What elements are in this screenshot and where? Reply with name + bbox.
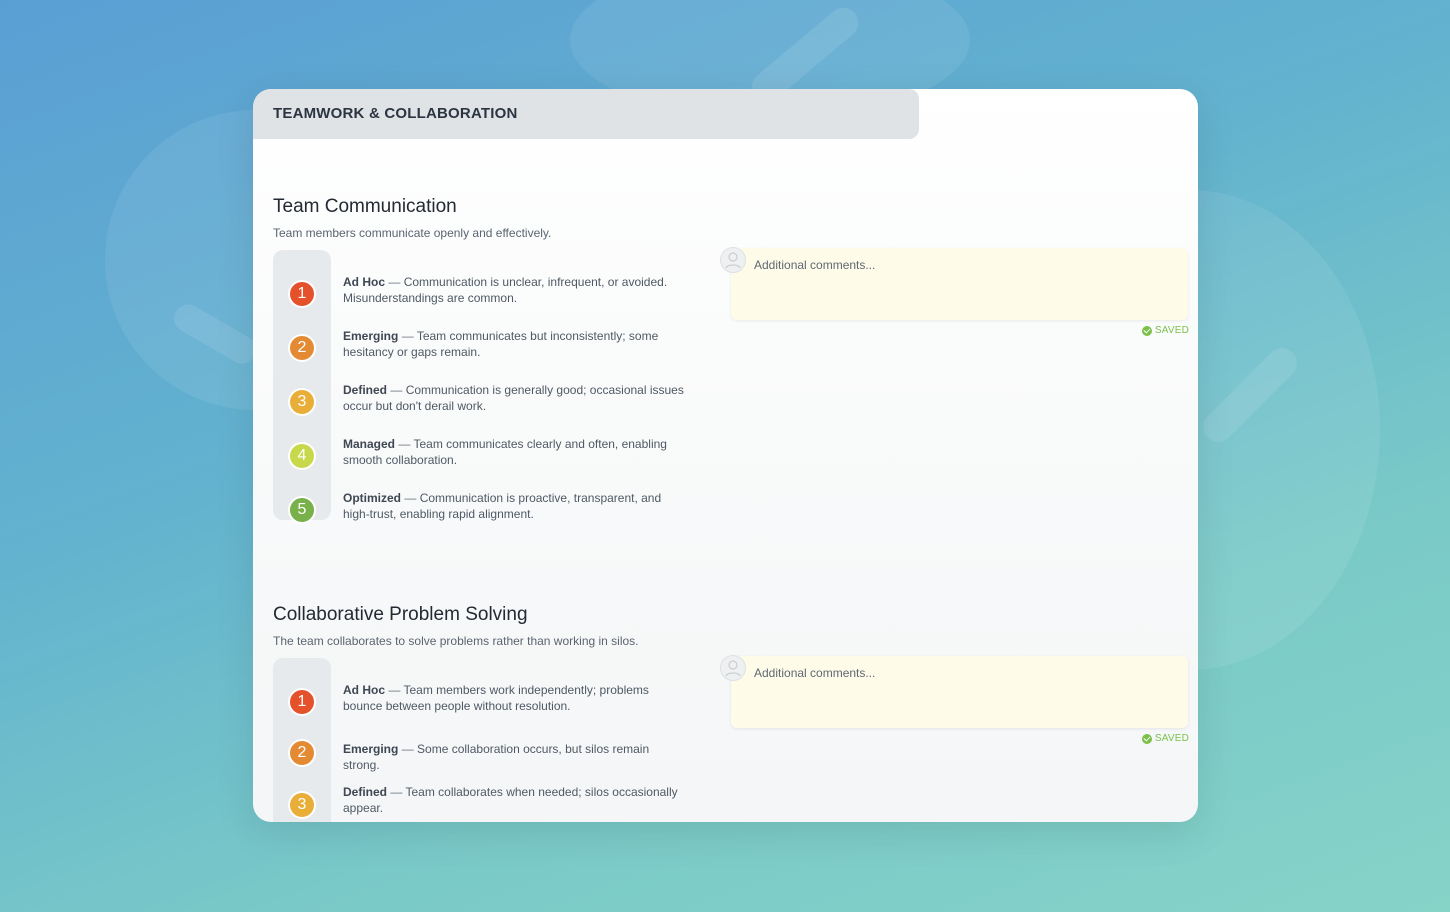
rating-label-1[interactable]: Ad Hoc — Communication is unclear, infre… (343, 275, 688, 306)
user-avatar-icon (720, 247, 746, 273)
rating-label-2[interactable]: Emerging — Some collaboration occurs, bu… (343, 742, 688, 773)
level-name: Ad Hoc (343, 683, 385, 697)
rating-label-3[interactable]: Defined — Communication is generally goo… (343, 383, 688, 414)
rating-option-1[interactable]: 1 (290, 690, 314, 714)
level-name: Managed (343, 437, 396, 451)
rating-label-3[interactable]: Defined — Team collaborates when needed;… (343, 785, 688, 816)
level-name: Defined (343, 383, 388, 397)
saved-label: SAVED (1154, 325, 1189, 336)
rating-option-3[interactable]: 3 (290, 390, 314, 414)
saved-status: SAVED (1141, 325, 1189, 336)
rating-option-2[interactable]: 2 (290, 336, 314, 360)
comment-placeholder: Additional comments... (754, 258, 876, 272)
level-name: Defined (343, 785, 388, 799)
criterion-title: Collaborative Problem Solving (273, 604, 528, 625)
comment-field[interactable]: Additional comments... (720, 247, 1188, 320)
level-name: Optimized (343, 491, 402, 505)
category-title: TEAMWORK & COLLABORATION (273, 105, 518, 122)
rating-option-4[interactable]: 4 (290, 444, 314, 468)
level-name: Ad Hoc (343, 275, 385, 289)
rating-label-1[interactable]: Ad Hoc — Team members work independently… (343, 683, 688, 714)
category-header: TEAMWORK & COLLABORATION (253, 89, 919, 139)
comment-placeholder: Additional comments... (754, 666, 876, 680)
criterion-section-team-communication: Team Communication Team members communic… (253, 196, 1198, 536)
rating-label-2[interactable]: Emerging — Team communicates but inconsi… (343, 329, 688, 360)
criterion-section-collaborative-problem-solving: Collaborative Problem Solving The team c… (253, 604, 1198, 822)
level-name: Emerging (343, 742, 399, 756)
rating-label-5[interactable]: Optimized — Communication is proactive, … (343, 491, 688, 522)
assessment-card: TEAMWORK & COLLABORATION Team Communicat… (253, 89, 1198, 822)
saved-label: SAVED (1154, 733, 1189, 744)
rating-option-1[interactable]: 1 (290, 282, 314, 306)
rating-option-5[interactable]: 5 (290, 498, 314, 522)
criterion-description: Team members communicate openly and effe… (273, 226, 552, 240)
level-name: Emerging (343, 329, 399, 343)
check-circle-icon (1141, 325, 1152, 336)
criterion-title: Team Communication (273, 196, 457, 217)
user-avatar-icon (720, 655, 746, 681)
rating-option-2[interactable]: 2 (290, 741, 314, 765)
criterion-description: The team collaborates to solve problems … (273, 634, 639, 648)
saved-status: SAVED (1141, 733, 1189, 744)
check-circle-icon (1141, 733, 1152, 744)
comment-field[interactable]: Additional comments... (720, 655, 1188, 728)
rating-option-3[interactable]: 3 (290, 793, 314, 817)
rating-label-4[interactable]: Managed — Team communicates clearly and … (343, 437, 688, 468)
